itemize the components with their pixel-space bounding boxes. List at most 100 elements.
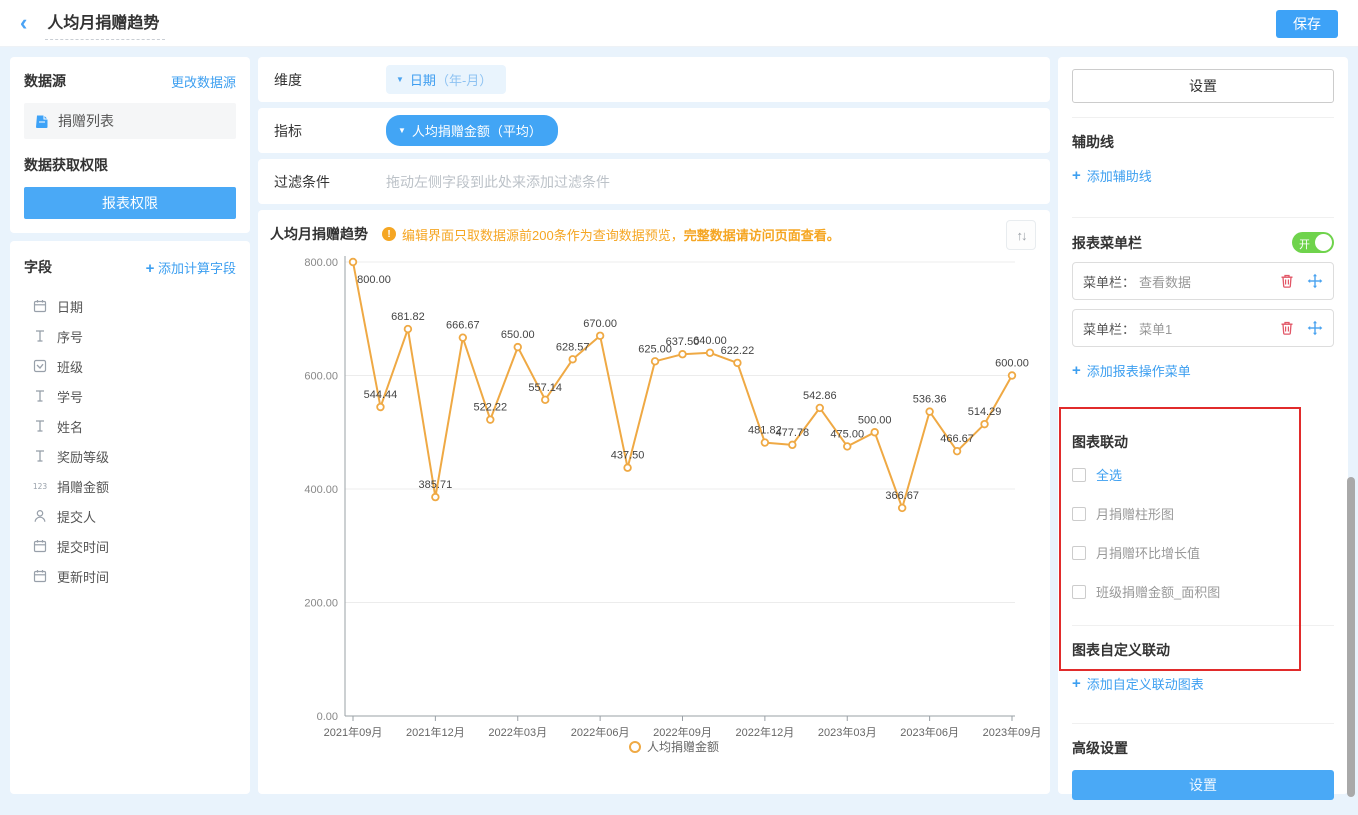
top-bar: ‹ 人均月捐赠趋势 保存 bbox=[0, 0, 1358, 47]
trash-icon[interactable] bbox=[1279, 320, 1295, 336]
svg-text:2022年06月: 2022年06月 bbox=[571, 725, 630, 739]
datasource-item-label: 捐赠列表 bbox=[58, 111, 114, 131]
divider bbox=[1072, 117, 1334, 118]
permission-title: 数据获取权限 bbox=[24, 155, 236, 175]
menu-toggle[interactable]: 开 bbox=[1292, 232, 1334, 253]
metric-pill[interactable]: ▼ 人均捐赠金额（平均） bbox=[386, 115, 558, 146]
select-all-row: 全选 bbox=[1072, 465, 1334, 484]
add-calculated-field-link[interactable]: + 添加计算字段 bbox=[146, 258, 236, 277]
field-item-submitter[interactable]: 提交人 bbox=[24, 501, 236, 531]
svg-text:2023年06月: 2023年06月 bbox=[900, 725, 959, 739]
dimension-row: 维度 ▼ 日期（年-月） bbox=[258, 57, 1050, 102]
sort-icon[interactable]: ↑↓ bbox=[1006, 220, 1036, 250]
field-list: 日期 序号 班级 学号 姓名 奖励等级 捐赠金额 提交人 提交时间 更新时间 bbox=[24, 291, 236, 591]
field-item-update-time[interactable]: 更新时间 bbox=[24, 561, 236, 591]
filter-placeholder: 拖动左侧字段到此处来添加过滤条件 bbox=[386, 172, 610, 192]
trash-icon[interactable] bbox=[1279, 273, 1295, 289]
add-custom-linkage-link[interactable]: +添加自定义联动图表 bbox=[1072, 674, 1204, 693]
svg-text:800.00: 800.00 bbox=[304, 257, 338, 269]
field-item-date[interactable]: 日期 bbox=[24, 291, 236, 321]
menu-item-row[interactable]: 菜单栏：菜单1 bbox=[1072, 309, 1334, 347]
filter-row[interactable]: 过滤条件 拖动左侧字段到此处来添加过滤条件 bbox=[258, 159, 1050, 204]
calendar-icon bbox=[32, 568, 48, 584]
page-title[interactable]: 人均月捐赠趋势 bbox=[45, 7, 165, 40]
plus-icon: + bbox=[146, 260, 155, 277]
back-icon[interactable]: ‹ bbox=[20, 12, 27, 34]
svg-text:400.00: 400.00 bbox=[304, 484, 338, 496]
field-item-submit-time[interactable]: 提交时间 bbox=[24, 531, 236, 561]
linkage-checkbox[interactable] bbox=[1072, 546, 1086, 560]
change-datasource-link[interactable]: 更改数据源 bbox=[171, 72, 236, 91]
svg-text:600.00: 600.00 bbox=[304, 371, 338, 383]
field-item-award-level[interactable]: 奖励等级 bbox=[24, 441, 236, 471]
chart-card: 人均月捐赠趋势 ! 编辑界面只取数据源前200条作为查询数据预览，完整数据请访问… bbox=[258, 210, 1050, 794]
datasource-title: 数据源 bbox=[24, 71, 66, 91]
calendar-icon bbox=[32, 298, 48, 314]
trend-line-chart: 0.00 200.00 400.00 600.00 800.00 2021年09月 2021… bbox=[270, 248, 1040, 768]
svg-text:2022年09月: 2022年09月 bbox=[653, 725, 712, 739]
svg-text:475.00: 475.00 bbox=[830, 428, 864, 440]
text-icon bbox=[32, 328, 48, 344]
svg-text:人均捐赠金额: 人均捐赠金额 bbox=[647, 739, 719, 754]
fields-title: 字段 bbox=[24, 257, 52, 277]
add-aux-line-link[interactable]: +添加辅助线 bbox=[1072, 166, 1152, 185]
svg-text:622.22: 622.22 bbox=[721, 345, 755, 357]
move-icon[interactable] bbox=[1307, 273, 1323, 289]
divider bbox=[1072, 625, 1334, 626]
number-icon bbox=[32, 478, 48, 494]
metric-row: 指标 ▼ 人均捐赠金额（平均） bbox=[258, 108, 1050, 153]
field-item-class[interactable]: 班级 bbox=[24, 351, 236, 381]
chart-title: 人均月捐赠趋势 bbox=[270, 224, 368, 244]
linkage-row: 月捐赠柱形图 bbox=[1072, 504, 1334, 523]
svg-text:542.86: 542.86 bbox=[803, 390, 837, 402]
move-icon[interactable] bbox=[1307, 320, 1323, 336]
field-item-name[interactable]: 姓名 bbox=[24, 411, 236, 441]
person-icon bbox=[32, 508, 48, 524]
dimension-pill[interactable]: ▼ 日期（年-月） bbox=[386, 65, 506, 94]
plus-icon: + bbox=[1072, 362, 1081, 379]
text-icon bbox=[32, 388, 48, 404]
svg-text:681.82: 681.82 bbox=[391, 311, 425, 323]
filter-label: 过滤条件 bbox=[274, 172, 382, 192]
datasource-panel: 数据源 更改数据源 捐赠列表 数据获取权限 报表权限 bbox=[10, 57, 250, 233]
svg-text:0.00: 0.00 bbox=[317, 711, 338, 723]
svg-text:385.71: 385.71 bbox=[419, 479, 453, 491]
select-all-label[interactable]: 全选 bbox=[1096, 465, 1122, 484]
select-all-checkbox[interactable] bbox=[1072, 468, 1086, 482]
toggle-knob bbox=[1315, 234, 1332, 251]
svg-text:2021年09月: 2021年09月 bbox=[324, 725, 383, 739]
text-icon bbox=[32, 418, 48, 434]
linkage-checkbox[interactable] bbox=[1072, 507, 1086, 521]
chevron-down-icon: ▼ bbox=[396, 76, 404, 84]
svg-text:650.00: 650.00 bbox=[501, 329, 535, 341]
svg-text:666.67: 666.67 bbox=[446, 320, 480, 332]
report-permission-button[interactable]: 报表权限 bbox=[24, 187, 236, 219]
svg-text:800.00: 800.00 bbox=[357, 274, 391, 286]
custom-linkage-title: 图表自定义联动 bbox=[1072, 640, 1334, 660]
svg-text:2022年12月: 2022年12月 bbox=[736, 725, 795, 739]
svg-text:600.00: 600.00 bbox=[995, 358, 1029, 370]
settings-button[interactable]: 设置 bbox=[1072, 69, 1334, 103]
svg-text:200.00: 200.00 bbox=[304, 598, 338, 610]
warning-icon: ! bbox=[382, 227, 396, 241]
preview-warning: ! 编辑界面只取数据源前200条作为查询数据预览，完整数据请访问页面查看。 bbox=[382, 225, 840, 244]
svg-text:2021年12月: 2021年12月 bbox=[406, 725, 465, 739]
chevron-down-icon: ▼ bbox=[398, 127, 406, 135]
add-report-menu-link[interactable]: +添加报表操作菜单 bbox=[1072, 361, 1191, 380]
select-icon bbox=[32, 358, 48, 374]
svg-text:544.44: 544.44 bbox=[364, 389, 398, 401]
advanced-settings-button[interactable]: 设置 bbox=[1072, 770, 1334, 800]
save-button[interactable]: 保存 bbox=[1276, 10, 1338, 38]
linkage-checkbox[interactable] bbox=[1072, 585, 1086, 599]
field-item-student-id[interactable]: 学号 bbox=[24, 381, 236, 411]
metric-label: 指标 bbox=[274, 121, 382, 141]
datasource-item[interactable]: 捐赠列表 bbox=[24, 103, 236, 139]
svg-text:557.14: 557.14 bbox=[528, 382, 562, 394]
document-icon bbox=[34, 113, 50, 129]
field-item-serial[interactable]: 序号 bbox=[24, 321, 236, 351]
aux-line-title: 辅助线 bbox=[1072, 132, 1334, 152]
menu-item-row[interactable]: 菜单栏：查看数据 bbox=[1072, 262, 1334, 300]
page-scrollbar[interactable] bbox=[1347, 477, 1355, 797]
divider bbox=[1072, 217, 1334, 218]
field-item-donation-amount[interactable]: 捐赠金额 bbox=[24, 471, 236, 501]
